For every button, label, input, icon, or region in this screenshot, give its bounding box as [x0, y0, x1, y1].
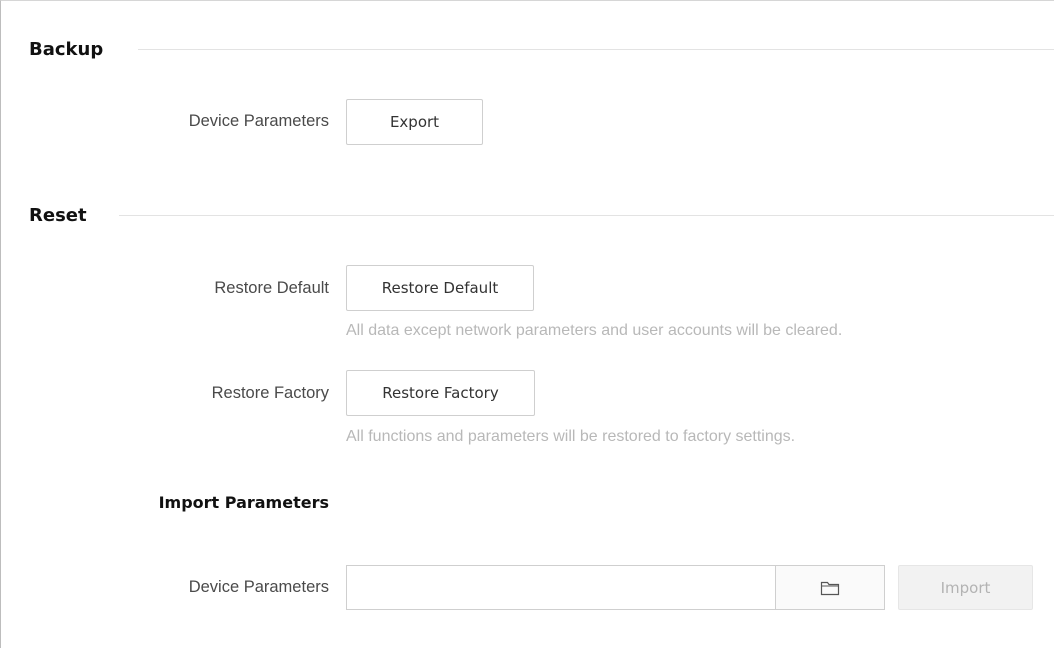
restore-factory-button[interactable]: Restore Factory: [346, 370, 535, 416]
export-button[interactable]: Export: [346, 99, 483, 145]
browse-file-button[interactable]: [775, 565, 885, 610]
backup-device-parameters-label: Device Parameters: [188, 112, 329, 130]
restore-factory-hint: All functions and parameters will be res…: [346, 428, 796, 445]
restore-factory-label: Restore Factory: [211, 384, 329, 402]
restore-default-label: Restore Default: [214, 279, 329, 297]
page-frame: Backup Device Parameters Export Reset Re…: [0, 0, 1054, 648]
import-file-path-input[interactable]: [346, 565, 775, 610]
import-parameters-title: Import Parameters: [158, 493, 329, 512]
reset-section-title: Reset: [29, 205, 87, 226]
backup-section-title: Backup: [29, 39, 104, 60]
import-device-parameters-label: Device Parameters: [188, 578, 329, 596]
restore-default-hint: All data except network parameters and u…: [346, 322, 843, 339]
reset-divider: [119, 215, 1054, 216]
restore-default-button[interactable]: Restore Default: [346, 265, 534, 311]
backup-divider: [138, 49, 1054, 50]
folder-icon: [820, 580, 840, 596]
import-button[interactable]: Import: [898, 565, 1033, 610]
